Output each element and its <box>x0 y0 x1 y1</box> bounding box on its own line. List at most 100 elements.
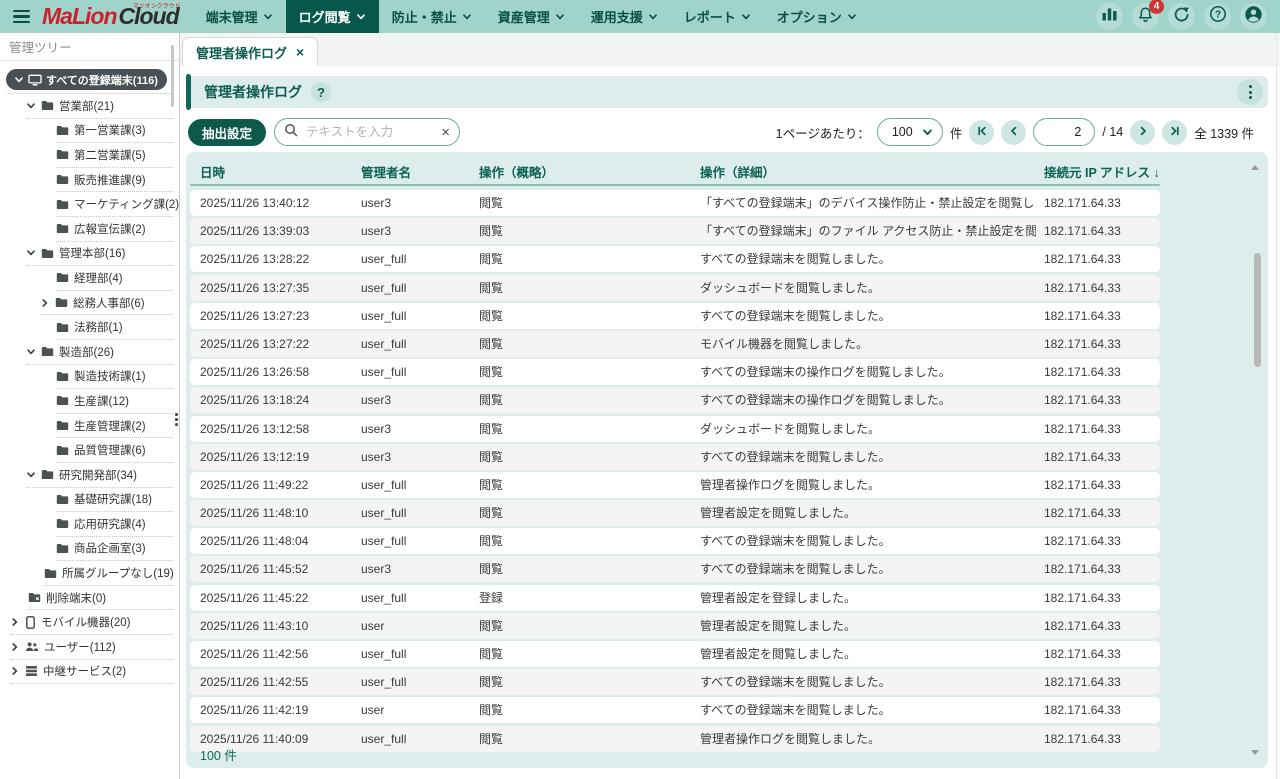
table-row[interactable]: 2025/11/26 11:42:56user_full閲覧管理者設定を閲覧しま… <box>190 641 1160 667</box>
filter-settings-button[interactable]: 抽出設定 <box>188 119 266 146</box>
table-row[interactable]: 2025/11/26 13:18:24user3閲覧すべての登録端末の操作ログを… <box>190 387 1160 413</box>
tree-item[interactable]: 総務人事部(6) <box>40 291 173 316</box>
nav-item-2[interactable]: ログ閲覧 <box>286 0 379 33</box>
tree-item[interactable]: 基礎研究課(18) <box>56 488 173 513</box>
table-row[interactable]: 2025/11/26 11:42:19user閲覧すべての登録端末を閲覧しました… <box>190 697 1160 723</box>
hamburger-menu-icon[interactable] <box>11 6 32 27</box>
column-header[interactable]: 操作（概略） <box>479 162 554 181</box>
chevron-down-icon <box>922 127 933 138</box>
account-button[interactable] <box>1240 3 1267 30</box>
tree-item[interactable]: 品質管理課(6) <box>56 438 173 463</box>
tree-item[interactable]: 生産管理課(2) <box>56 414 173 439</box>
tree-item[interactable]: 所属グループなし(19) <box>44 561 173 586</box>
table-row[interactable]: 2025/11/26 13:26:58user_full閲覧すべての登録端末の操… <box>190 359 1160 385</box>
dashboard-chart-button[interactable] <box>1096 3 1123 30</box>
table-cell: 2025/11/26 13:27:22 <box>200 331 309 357</box>
clear-search-icon[interactable]: × <box>441 125 450 140</box>
chevron-down-icon <box>26 248 36 258</box>
panel-help-icon[interactable]: ? <box>311 82 331 102</box>
table-row[interactable]: 2025/11/26 13:40:12user3閲覧「すべての登録端末」のデバイ… <box>190 190 1160 216</box>
tree-item[interactable]: 製造技術課(1) <box>56 365 173 390</box>
tree-item[interactable]: 法務部(1) <box>56 315 173 340</box>
tab-admin-operation-log[interactable]: 管理者操作ログ × <box>182 37 318 66</box>
tree-item[interactable]: 生産課(12) <box>56 389 173 414</box>
table-row[interactable]: 2025/11/26 11:40:09user_full閲覧管理者操作ログを閲覧… <box>190 726 1160 752</box>
tree-item[interactable]: 営業部(21) <box>26 94 173 119</box>
tree-item[interactable]: 商品企画室(3) <box>56 537 173 562</box>
last-page-button[interactable] <box>1162 120 1187 145</box>
table-row[interactable]: 2025/11/26 11:42:55user_full閲覧すべての登録端末を閲… <box>190 669 1160 695</box>
table-cell: user3 <box>361 218 391 244</box>
next-page-button[interactable] <box>1130 120 1155 145</box>
table-row[interactable]: 2025/11/26 13:27:22user_full閲覧モバイル機器を閲覧し… <box>190 331 1160 357</box>
tree-item[interactable]: 削除端末(0) <box>28 586 173 611</box>
table-row[interactable]: 2025/11/26 11:45:22user_full登録管理者設定を登録しま… <box>190 585 1160 611</box>
tree-item[interactable]: マーケティング課(2) <box>56 192 173 217</box>
first-page-button[interactable] <box>969 120 994 145</box>
tree-item[interactable]: 第二営業課(5) <box>56 143 173 168</box>
refresh-button[interactable] <box>1168 3 1195 30</box>
tree-item[interactable]: 中継サービス(2) <box>10 660 173 685</box>
search-input[interactable] <box>304 124 435 140</box>
tree-item[interactable]: 製造部(26) <box>26 340 173 365</box>
table-row[interactable]: 2025/11/26 13:27:23user_full閲覧すべての登録端末を閲… <box>190 303 1160 329</box>
table-row[interactable]: 2025/11/26 13:39:03user3閲覧「すべての登録端末」のファイ… <box>190 218 1160 244</box>
page-scrollbar-track[interactable] <box>1276 33 1277 779</box>
previous-page-icon <box>1008 125 1020 140</box>
tree-item[interactable]: 管理本部(16) <box>26 242 173 267</box>
table-cell: 182.171.64.33 <box>1044 387 1121 413</box>
tree-item-all-devices[interactable]: すべての登録端末(116) <box>6 69 167 90</box>
folder-icon <box>56 518 69 529</box>
chevron-down-icon <box>462 12 472 22</box>
tree-item[interactable]: 研究開発部(34) <box>26 463 173 488</box>
nav-item-7[interactable]: オプション <box>764 0 870 33</box>
notifications-button[interactable]: 4 <box>1132 3 1159 30</box>
help-button[interactable]: ? <box>1204 3 1231 30</box>
sidebar-scrollbar[interactable] <box>171 45 174 107</box>
tree-item[interactable]: 応用研究課(4) <box>56 512 173 537</box>
per-page-select[interactable]: 100 <box>877 118 943 146</box>
table-row[interactable]: 2025/11/26 13:28:22user_full閲覧すべての登録端末を閲… <box>190 246 1160 272</box>
previous-page-button[interactable] <box>1001 120 1026 145</box>
column-header[interactable]: 操作（詳細） <box>700 162 775 181</box>
folder-icon <box>41 469 54 480</box>
kebab-menu-button[interactable] <box>1237 79 1263 105</box>
tab-close-icon[interactable]: × <box>296 45 304 59</box>
table-cell: 182.171.64.33 <box>1044 669 1121 695</box>
chevron-down-icon <box>356 12 366 22</box>
column-header[interactable]: 管理者名 <box>361 162 411 181</box>
column-header[interactable]: 接続元 IP アドレス ↓ <box>1044 162 1160 181</box>
chevron-down-icon <box>263 12 273 22</box>
page-number-input[interactable] <box>1033 118 1095 146</box>
table-row[interactable]: 2025/11/26 11:48:10user_full閲覧管理者設定を閲覧しま… <box>190 500 1160 526</box>
brand-logo[interactable]: MaLion Cloud マリオンクラウド <box>42 0 179 33</box>
scroll-up-icon[interactable] <box>1251 165 1259 170</box>
table-row[interactable]: 2025/11/26 13:12:58user3閲覧ダッシュボードを閲覧しました… <box>190 416 1160 442</box>
tree-item[interactable]: 広報宣伝課(2) <box>56 217 173 242</box>
nav-item-1[interactable]: 端末管理 <box>193 0 286 33</box>
tree-item[interactable]: 第一営業課(3) <box>56 119 173 144</box>
table-scrollbar-thumb[interactable] <box>1254 253 1261 367</box>
tree-item[interactable]: モバイル機器(20) <box>10 610 173 635</box>
tree-item[interactable]: 経理部(4) <box>56 266 173 291</box>
tree-item[interactable]: 販売推進課(9) <box>56 168 173 193</box>
tree-item[interactable]: ユーザー(112) <box>10 635 173 660</box>
nav-item-5[interactable]: 運用支援 <box>578 0 671 33</box>
nav-item-4[interactable]: 資産管理 <box>485 0 578 33</box>
nav-item-6[interactable]: レポート <box>671 0 764 33</box>
table-row[interactable]: 2025/11/26 11:45:52user3閲覧すべての登録端末を閲覧しまし… <box>190 556 1160 582</box>
table-row[interactable]: 2025/11/26 11:49:22user_full閲覧管理者操作ログを閲覧… <box>190 472 1160 498</box>
nav-item-label: 資産管理 <box>498 7 550 26</box>
table-cell: 2025/11/26 13:26:58 <box>200 359 309 385</box>
table-row[interactable]: 2025/11/26 13:12:19user3閲覧すべての登録端末を閲覧しまし… <box>190 444 1160 470</box>
table-row[interactable]: 2025/11/26 11:48:04user_full閲覧すべての登録端末を閲… <box>190 528 1160 554</box>
search-box[interactable]: × <box>274 118 460 146</box>
scroll-down-icon[interactable] <box>1251 750 1259 755</box>
sidebar-resize-handle[interactable] <box>175 413 178 426</box>
toolbar: 抽出設定 × 1ページあたり： 100 件 / 14 全 1339 件 <box>188 117 1254 147</box>
nav-item-label: 防止・禁止 <box>392 7 457 26</box>
nav-item-3[interactable]: 防止・禁止 <box>379 0 485 33</box>
table-row[interactable]: 2025/11/26 11:43:10user閲覧管理者設定を閲覧しました。18… <box>190 613 1160 639</box>
table-row[interactable]: 2025/11/26 13:27:35user_full閲覧ダッシュボードを閲覧… <box>190 275 1160 301</box>
column-header[interactable]: 日時 <box>200 162 225 181</box>
